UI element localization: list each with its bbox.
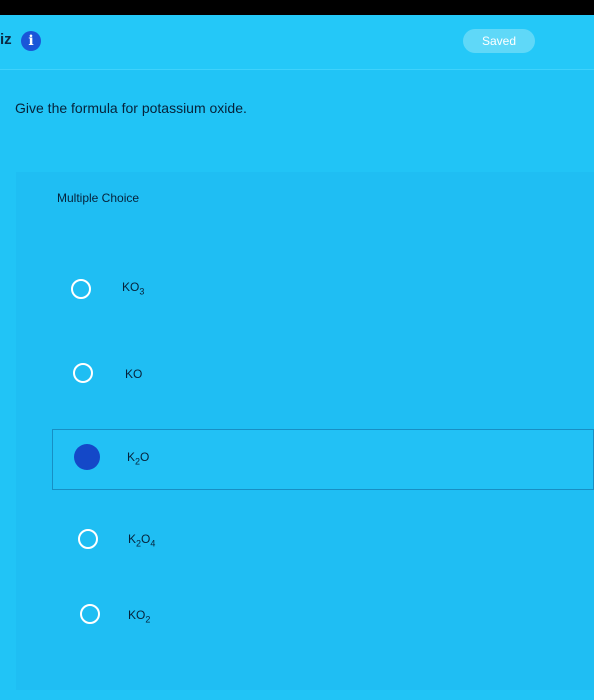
radio-button-4[interactable]: [78, 529, 98, 549]
option-label-5: KO2: [128, 608, 151, 625]
answer-option-2[interactable]: KO: [52, 343, 594, 403]
saved-status-badge: Saved: [463, 29, 535, 53]
question-type-label: Multiple Choice: [57, 191, 140, 205]
radio-button-5[interactable]: [80, 604, 100, 624]
radio-button-3-selected[interactable]: [74, 444, 100, 470]
radio-button-2[interactable]: [73, 363, 93, 383]
option-label-2: KO: [125, 367, 143, 381]
quiz-title-fragment: iz: [0, 31, 12, 48]
option-label-3: K2O: [127, 450, 150, 467]
question-prompt: Give the formula for potassium oxide.: [15, 100, 247, 116]
option-label-1: KO3: [122, 280, 145, 297]
info-icon[interactable]: i: [21, 31, 41, 51]
answer-option-3-selected[interactable]: K2O: [52, 429, 594, 490]
answer-option-5[interactable]: KO2: [52, 586, 594, 646]
answer-option-4[interactable]: K2O4: [52, 510, 594, 570]
radio-button-1[interactable]: [71, 279, 91, 299]
top-black-bar: [0, 0, 594, 15]
option-label-4: K2O4: [128, 532, 156, 549]
answer-option-1[interactable]: KO3: [52, 258, 594, 318]
